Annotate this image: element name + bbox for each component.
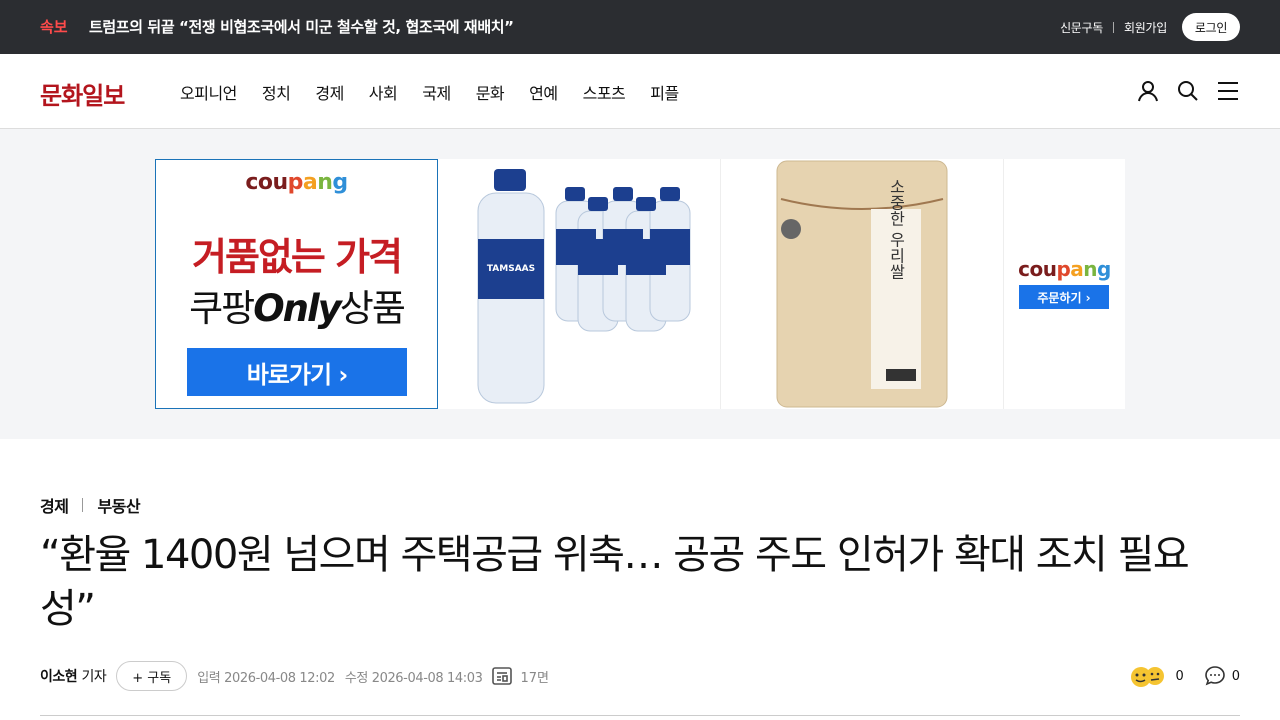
- signup-link[interactable]: 회원가입: [1124, 19, 1167, 36]
- modified-date: 수정 2026-04-08 14:03: [344, 670, 483, 686]
- article-title: “환율 1400원 넘으며 주택공급 위축… 공공 주도 인허가 확대 조치 필…: [40, 532, 1190, 632]
- ad-product-rice[interactable]: 소중한 우리쌀: [721, 159, 1004, 409]
- coupang-ad[interactable]: coupang 거품없는 가격 쿠팡Only상품 바로가기 › TAMSAAS …: [155, 159, 1125, 409]
- nav-item-entertainment[interactable]: 연예: [529, 80, 558, 104]
- input-date: 입력 2026-04-08 12:02: [197, 670, 335, 686]
- nav-item-politics[interactable]: 정치: [262, 80, 291, 104]
- rice-label: 소중한 우리쌀: [887, 178, 906, 279]
- water-brand-label: TAMSAAS: [487, 264, 535, 274]
- nav-item-economy[interactable]: 경제: [315, 80, 344, 104]
- breaking-headline[interactable]: 트럼프의 뒤끝 “전쟁 비협조국에서 미군 철수할 것, 협조국에 재배치”: [89, 16, 514, 37]
- ad-subheadline: 쿠팡Only상품: [156, 278, 437, 332]
- utility-links: 신문구독 회원가입 로그인: [1060, 13, 1240, 41]
- search-icon[interactable]: [1176, 79, 1200, 103]
- ad-main-panel[interactable]: coupang 거품없는 가격 쿠팡Only상품 바로가기 ›: [155, 159, 438, 409]
- nav-item-people[interactable]: 피플: [650, 80, 679, 104]
- nav-item-society[interactable]: 사회: [369, 80, 398, 104]
- water-bottles-image: TAMSAAS: [477, 169, 691, 404]
- breadcrumb-subcategory[interactable]: 부동산: [97, 493, 140, 517]
- article-actions: 0 0: [1109, 660, 1240, 692]
- site-logo[interactable]: 문화일보: [40, 76, 125, 111]
- breadcrumb-category[interactable]: 경제: [40, 493, 69, 517]
- site-header: 문화일보 오피니언 정치 경제 사회 국제 문화 연예 스포츠 피플: [0, 54, 1280, 129]
- reporter-name[interactable]: 이소현 기자: [40, 666, 107, 686]
- comment-icon: [1204, 666, 1225, 686]
- ad-product-water[interactable]: TAMSAAS: [438, 159, 721, 409]
- ad-order-button[interactable]: 주문하기 ›: [1019, 285, 1109, 309]
- ad-banner-area: coupang 거품없는 가격 쿠팡Only상품 바로가기 › TAMSAAS …: [0, 129, 1280, 439]
- ad-text-only: Only: [253, 287, 342, 330]
- breaking-news-bar: 속보 트럼프의 뒤끝 “전쟁 비협조국에서 미군 철수할 것, 협조국에 재배치…: [0, 0, 1280, 54]
- coupang-logo-small: coupang: [1018, 257, 1111, 281]
- print-page: 17면: [492, 667, 549, 686]
- newspaper-icon: [492, 667, 513, 685]
- subscribe-newspaper-link[interactable]: 신문구독: [1060, 19, 1103, 36]
- header-icons: [1120, 79, 1240, 103]
- divider: [82, 498, 84, 512]
- reaction-count: 0: [1175, 668, 1184, 684]
- ad-text-coupang: 쿠팡: [189, 287, 255, 330]
- meta-divider: [40, 715, 1240, 716]
- breadcrumb: 경제 부동산: [40, 493, 141, 517]
- ad-side-panel[interactable]: coupang 주문하기 ›: [1004, 159, 1125, 409]
- comment-count: 0: [1231, 668, 1240, 684]
- print-page-number: 17면: [520, 670, 549, 686]
- main-nav: 오피니언 정치 경제 사회 국제 문화 연예 스포츠 피플: [180, 80, 704, 104]
- nav-item-opinion[interactable]: 오피니언: [180, 80, 237, 104]
- divider: [1113, 21, 1115, 33]
- reaction-button[interactable]: 0: [1129, 664, 1184, 688]
- user-icon[interactable]: [1136, 79, 1160, 103]
- emoji-reaction-icon: [1131, 667, 1165, 687]
- comment-button[interactable]: 0: [1204, 665, 1240, 687]
- nav-item-international[interactable]: 국제: [422, 80, 451, 104]
- nav-item-culture[interactable]: 문화: [476, 80, 505, 104]
- login-button[interactable]: 로그인: [1182, 13, 1240, 41]
- menu-icon[interactable]: [1216, 79, 1240, 103]
- article-meta: 이소현 기자 + 구독 입력 2026-04-08 12:02 수정 2026-…: [40, 660, 1240, 692]
- reporter-name-text: 이소현: [40, 669, 78, 685]
- nav-item-sports[interactable]: 스포츠: [583, 80, 626, 104]
- breaking-tag: 속보: [40, 18, 68, 36]
- reporter-suffix: 기자: [81, 669, 107, 685]
- rice-bag-image: 소중한 우리쌀: [776, 160, 948, 408]
- ad-go-button[interactable]: 바로가기 ›: [187, 348, 407, 396]
- ad-headline: 거품없는 가격: [192, 235, 403, 279]
- subscribe-reporter-button[interactable]: + 구독: [116, 661, 188, 691]
- coupang-logo: coupang: [245, 170, 348, 195]
- ad-text-product: 상품: [339, 287, 406, 330]
